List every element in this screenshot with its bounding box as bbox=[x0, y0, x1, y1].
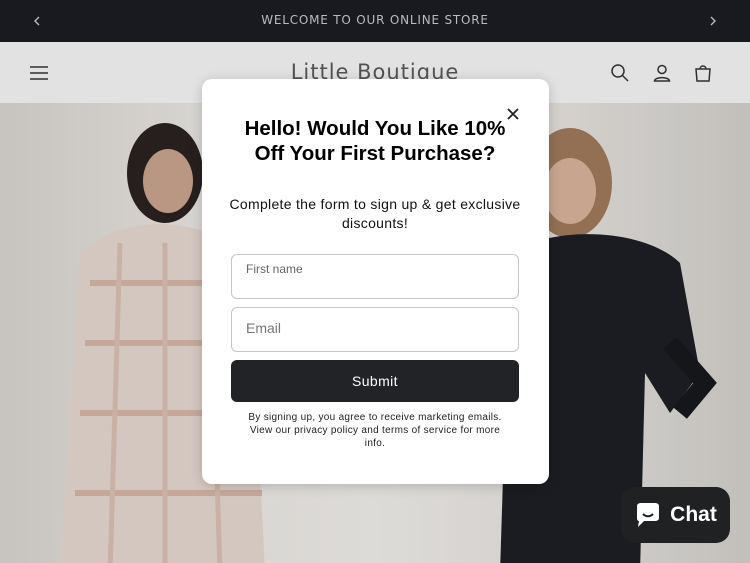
popup-title: Hello! Would You Like 10% Off Your First… bbox=[244, 117, 506, 165]
email-placeholder: Email bbox=[246, 320, 282, 336]
first-name-field[interactable]: First name bbox=[231, 254, 519, 299]
first-name-placeholder: First name bbox=[246, 262, 303, 276]
chat-bubble-icon bbox=[637, 503, 660, 527]
submit-button[interactable]: Submit bbox=[231, 360, 519, 402]
chat-button[interactable]: Chat bbox=[621, 487, 730, 543]
email-field[interactable]: Email bbox=[231, 307, 519, 352]
legal-text: By signing up, you agree to receive mark… bbox=[248, 412, 502, 449]
popup-subtitle: Complete the form to sign up & get exclu… bbox=[229, 196, 521, 231]
chat-label: Chat bbox=[670, 503, 717, 526]
